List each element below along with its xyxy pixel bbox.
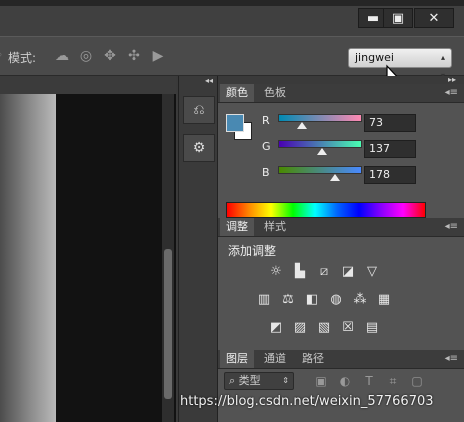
channel-r-slider[interactable] <box>278 114 362 122</box>
vibrance-icon[interactable]: ▽ <box>364 264 380 280</box>
channel-b-knob[interactable] <box>330 174 340 181</box>
collapse-arrow-icon[interactable]: ◂◂ <box>205 76 213 85</box>
chevron-updown-icon: ⇕ <box>282 376 289 385</box>
document-tab-bar <box>0 76 176 94</box>
orbit-3d-icon[interactable]: ☁ <box>54 48 70 64</box>
shape-filter-icon[interactable]: ⌗ <box>386 374 400 388</box>
search-icon: ⌕ <box>229 374 239 387</box>
threshold-icon[interactable]: ▧ <box>316 320 332 336</box>
invert-icon[interactable]: ◩ <box>268 320 284 336</box>
minimize-icon: ▬ <box>366 10 380 26</box>
workspace-value: jingwei <box>355 51 394 64</box>
separator-icon: ◦ <box>0 48 3 62</box>
adjustments-panel: 调整 样式 ◂≡ 添加调整 ☼ ▙ ⧄ ◪ ▽ ▥ ⚖ ◧ ◍ ⁂ ▦ ◩ ▨ … <box>218 218 464 342</box>
color-lookup-icon[interactable]: ▦ <box>376 292 392 308</box>
mode-label: 模式: <box>8 51 37 65</box>
layer-filter-value: 类型 <box>238 374 261 387</box>
adjustment-filter-icon[interactable]: ◐ <box>338 374 352 388</box>
channel-mixer-icon[interactable]: ⁂ <box>352 292 368 308</box>
close-button[interactable]: ✕ <box>414 8 454 28</box>
camera-3d-icon[interactable]: ▶ <box>150 48 166 64</box>
gradient-map-icon[interactable]: ▤ <box>364 320 380 336</box>
channel-r-knob[interactable] <box>297 122 307 129</box>
tab-layers[interactable]: 图层 <box>220 350 254 368</box>
channel-g-input[interactable]: 137 <box>364 140 416 158</box>
roll-3d-icon[interactable]: ◎ <box>78 48 94 64</box>
channel-b-input[interactable]: 178 <box>364 166 416 184</box>
adjustments-panel-tabs: 调整 样式 ◂≡ <box>218 218 464 237</box>
tool-presets-panel-button[interactable]: ⚙ <box>183 134 215 162</box>
expand-arrow-icon[interactable]: ▸▸ <box>448 75 456 84</box>
color-panel-tabs: 颜色 色板 ◂≡ <box>218 84 464 103</box>
posterize-icon[interactable]: ▨ <box>292 320 308 336</box>
collapsed-panels-column: ◂◂ ⎌ ⚙ <box>178 76 218 422</box>
tab-swatches[interactable]: 色板 <box>258 84 292 102</box>
tab-channels[interactable]: 通道 <box>258 350 292 368</box>
close-icon: ✕ <box>428 10 440 26</box>
channel-g-label: G <box>262 140 271 153</box>
color-panel: 颜色 色板 ◂≡ R 73 G 137 B 178 <box>218 84 464 218</box>
watermark-text: https://blog.csdn.net/weixin_57766703 <box>180 394 434 409</box>
history-icon: ⎌ <box>193 102 205 118</box>
channel-r-input[interactable]: 73 <box>364 114 416 132</box>
panel-menu-icon[interactable]: ◂≡ <box>445 353 458 364</box>
history-panel-button[interactable]: ⎌ <box>183 96 215 124</box>
tool-presets-icon: ⚙ <box>192 140 206 156</box>
maximize-icon: ▣ <box>391 10 405 26</box>
type-filter-icon[interactable]: T <box>362 374 376 388</box>
maximize-button[interactable]: ▣ <box>383 8 413 28</box>
vertical-scrollbar[interactable] <box>162 94 174 422</box>
channel-r-label: R <box>262 114 270 127</box>
hue-saturation-icon[interactable]: ▥ <box>256 292 272 308</box>
tab-color[interactable]: 颜色 <box>220 84 254 102</box>
layers-panel-tabs: 图层 通道 路径 ◂≡ <box>218 350 464 369</box>
panel-menu-icon[interactable]: ◂≡ <box>445 87 458 98</box>
channel-g-knob[interactable] <box>317 148 327 155</box>
color-balance-icon[interactable]: ⚖ <box>280 292 296 308</box>
smart-object-filter-icon[interactable]: ▢ <box>410 374 424 388</box>
document-image <box>0 94 56 422</box>
panel-menu-icon[interactable]: ◂≡ <box>445 221 458 232</box>
scrollbar-thumb[interactable] <box>164 249 172 399</box>
channel-b-slider[interactable] <box>278 166 362 174</box>
black-white-icon[interactable]: ◧ <box>304 292 320 308</box>
title-bar: ▬ ▣ ✕ <box>0 0 464 36</box>
dock-header: ▸▸ <box>218 75 464 84</box>
color-spectrum-ramp[interactable] <box>226 202 426 218</box>
photo-filter-icon[interactable]: ◍ <box>328 292 344 308</box>
foreground-color-swatch[interactable] <box>226 114 244 132</box>
slide-3d-icon[interactable]: ✣ <box>126 48 142 64</box>
pixel-filter-icon[interactable]: ▣ <box>314 374 328 388</box>
panel-dock: ▸▸ 颜色 色板 ◂≡ R 73 G 137 B 178 调整 样式 ◂≡ 添加… <box>218 75 464 422</box>
brightness-contrast-icon[interactable]: ☼ <box>268 264 284 280</box>
adjustments-heading: 添加调整 <box>228 244 277 258</box>
layer-filter-select[interactable]: ⌕ 类型 ⇕ <box>224 372 294 390</box>
channel-b-label: B <box>262 166 270 179</box>
tab-adjustments[interactable]: 调整 <box>220 218 254 236</box>
levels-icon[interactable]: ▙ <box>292 264 308 280</box>
exposure-icon[interactable]: ◪ <box>340 264 356 280</box>
layers-panel: 图层 通道 路径 ◂≡ ⌕ 类型 ⇕ ▣ ◐ T ⌗ ▢ <box>218 350 464 422</box>
title-strip <box>0 0 464 6</box>
channel-g-slider[interactable] <box>278 140 362 148</box>
curves-icon[interactable]: ⧄ <box>316 264 332 280</box>
drag-3d-icon[interactable]: ✥ <box>102 48 118 64</box>
tab-styles[interactable]: 样式 <box>258 218 292 236</box>
selective-color-icon[interactable]: ☒ <box>340 320 356 336</box>
document-canvas[interactable] <box>0 76 176 422</box>
tab-paths[interactable]: 路径 <box>296 350 330 368</box>
